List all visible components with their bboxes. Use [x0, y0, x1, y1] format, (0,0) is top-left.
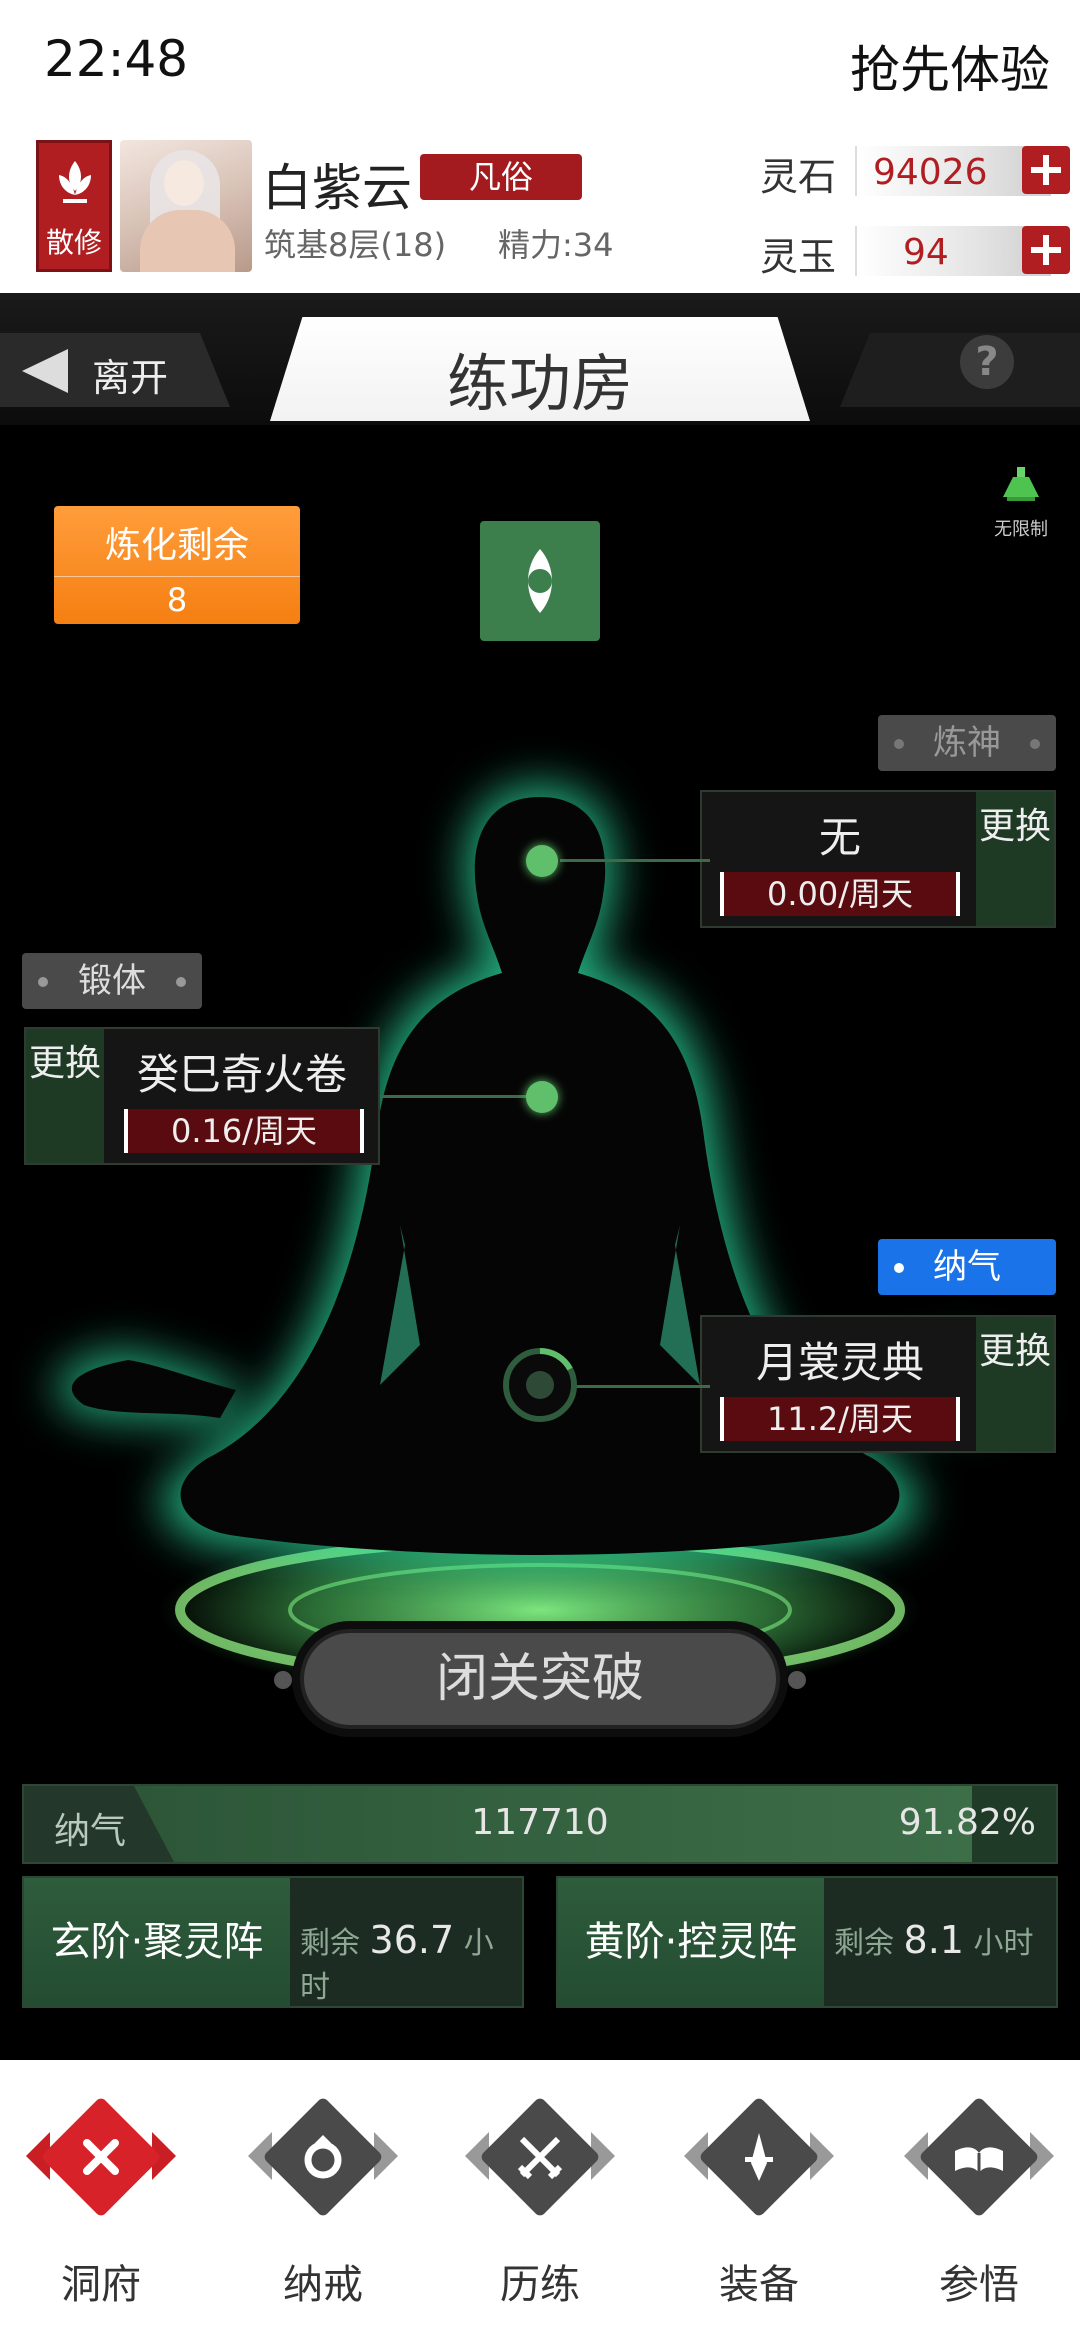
qi-category-label: 纳气 [933, 1247, 1001, 1287]
body-category-tag[interactable]: 锻体 [22, 953, 202, 1009]
array-remaining: 剩余 36.7 小时 [300, 1918, 494, 2005]
unlimited-indicator[interactable]: 无限制 [988, 465, 1054, 541]
player-profile: 散修 白紫云 凡俗 筑基8层(18) 精力:34 灵石 94026 灵玉 94 [0, 130, 1080, 293]
spirit-stone-value: 94026 [873, 152, 988, 193]
array-name: 黄阶·控灵阵 [558, 1878, 824, 2006]
nav-label: 纳戒 [283, 2262, 363, 2308]
player-name: 白紫云 [262, 159, 412, 217]
array-slot-1[interactable]: 玄阶·聚灵阵 剩余 36.7 小时 [22, 1876, 524, 2008]
rank-badge: 凡俗 [420, 154, 582, 200]
sword-icon [745, 2133, 773, 2181]
close-icon [83, 2139, 119, 2175]
lotus-icon [59, 161, 91, 203]
spirit-category-tag[interactable]: 炼神 [878, 715, 1056, 771]
nav-equipment[interactable]: 装备 [684, 2096, 834, 2332]
nav-label: 洞府 [61, 2262, 141, 2308]
body-technique-rate: 0.16/周天 [124, 1109, 364, 1153]
flask-icon [1003, 467, 1039, 501]
add-spirit-jade-button[interactable] [1022, 226, 1070, 274]
help-button[interactable]: ? [960, 335, 1014, 389]
add-spirit-stone-button[interactable] [1022, 146, 1070, 194]
seclusion-breakthrough-button[interactable]: 闭关突破 [300, 1629, 780, 1729]
sect-label: 散修 [45, 226, 102, 259]
spirit-category-label: 炼神 [933, 723, 1001, 763]
spirit-jade-label: 灵玉 [760, 235, 837, 279]
nav-label: 历练 [500, 2262, 580, 2308]
title-bar: 离开 练功房 ? [0, 293, 1080, 425]
early-access-label: 抢先体验 [850, 41, 1050, 99]
nav-ring[interactable]: 纳戒 [248, 2096, 398, 2332]
nav-comprehension[interactable]: 参悟 [904, 2096, 1054, 2332]
heart-node[interactable] [526, 1081, 558, 1113]
breakthrough-label: 闭关突破 [435, 1649, 644, 1709]
avatar[interactable] [120, 140, 252, 272]
qi-category-tag[interactable]: 纳气 [878, 1239, 1056, 1295]
cultivation-realm: 筑基8层(18) [264, 226, 447, 264]
leave-label: 离开 [92, 356, 169, 400]
unlimited-label: 无限制 [994, 519, 1048, 540]
nav-cave[interactable]: 洞府 [26, 2096, 176, 2332]
array-remaining: 剩余 8.1 小时 [834, 1918, 1034, 1962]
back-arrow-icon [22, 349, 68, 393]
qi-swap-button[interactable]: 更换 [976, 1317, 1054, 1451]
leave-button[interactable]: 离开 [0, 333, 230, 407]
spirit-stone-label: 灵石 [760, 155, 837, 199]
spirit-jade-value: 94 [903, 232, 949, 273]
refine-remaining-box: 炼化剩余 8 [54, 506, 300, 624]
qi-progress-bar: 纳气 117710 91.82% [22, 1784, 1058, 1864]
nav-label: 装备 [719, 2262, 799, 2308]
body-technique-card: 更换 癸巳奇火卷 0.16/周天 [24, 1027, 380, 1165]
body-category-label: 锻体 [78, 961, 146, 1001]
bottom-navigation: 洞府 纳戒 历练 装备 参悟 [0, 2060, 1080, 2340]
crown-node[interactable] [526, 845, 558, 877]
qi-technique-name: 月裳灵典 [755, 1338, 924, 1387]
body-technique-name: 癸巳奇火卷 [136, 1050, 347, 1099]
spirit-technique-card: 无 0.00/周天 更换 [700, 790, 1056, 928]
book-icon [955, 2147, 1003, 2173]
status-bar: 22:48 抢先体验 [0, 0, 1080, 130]
array-slot-2[interactable]: 黄阶·控灵阵 剩余 8.1 小时 [556, 1876, 1058, 2008]
spirit-technique-name: 无 [818, 813, 861, 862]
qi-progress-percent: 91.82% [898, 1802, 1036, 1843]
body-swap-button[interactable]: 更换 [26, 1029, 104, 1163]
sect-badge[interactable]: 散修 [36, 140, 112, 272]
spirit-technique-rate: 0.00/周天 [720, 872, 960, 916]
eye-icon [528, 549, 552, 613]
title-plate: 练功房 [270, 317, 810, 421]
spirit-swap-button[interactable]: 更换 [976, 792, 1054, 926]
array-name: 玄阶·聚灵阵 [24, 1878, 290, 2006]
nav-training[interactable]: 历练 [465, 2096, 615, 2332]
clock: 22:48 [44, 30, 189, 88]
toggle-view-button[interactable] [480, 521, 600, 641]
refine-remaining-value: 8 [54, 576, 300, 619]
crossed-swords-icon [517, 2136, 563, 2180]
dantian-node[interactable] [500, 1345, 580, 1425]
nav-label: 参悟 [939, 2262, 1019, 2308]
page-title: 练功房 [446, 347, 633, 420]
refine-remaining-label: 炼化剩余 [104, 525, 249, 566]
qi-technique-rate: 11.2/周天 [720, 1397, 960, 1441]
energy-value: 精力:34 [498, 226, 614, 264]
qi-technique-card: 月裳灵典 11.2/周天 更换 [700, 1315, 1056, 1453]
ring-icon [304, 2135, 342, 2179]
